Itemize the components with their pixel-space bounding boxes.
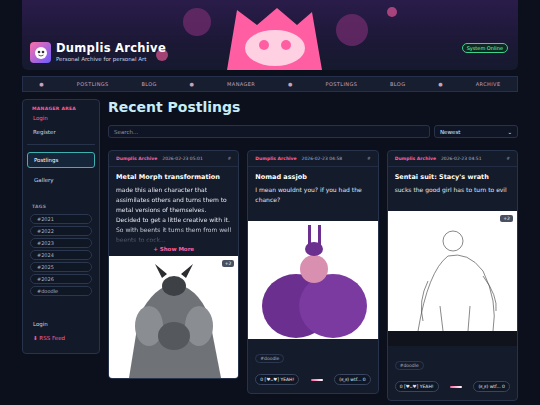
post-tag[interactable]: #doodle [255,354,284,363]
nav-link[interactable]: ARCHIVE [476,81,501,87]
post-date: 2026-02-23 04:51 [441,156,501,161]
post-paragraph: I mean wouldnt you? if you had the chanc… [255,185,370,205]
nav-link[interactable]: MANAGER [227,81,255,87]
content-row: MANAGER AREALoginRegisterPostlingsGaller… [22,99,518,401]
image-count-badge: +2 [222,260,235,267]
site-title[interactable]: Dumplis Archive [56,42,166,55]
reactions: 0 [♥ᴗ♥] YEAH! (ಠ_ಠ) wtf... 0 [255,374,370,385]
sort-select[interactable]: Newest ⌄ [434,125,518,138]
sidebar-link[interactable]: Register [27,125,95,139]
post-text: I mean wouldnt you? if you had the chanc… [255,185,370,205]
post-date: 2026-02-23 04:58 [302,156,362,161]
sidebar-item[interactable]: Gallery [27,172,95,188]
site-subtitle: Personal Archive for personal Art [56,55,166,63]
sidebar-divider [27,144,95,145]
post-paragraph: Decided to get a little creative with it… [116,215,231,245]
post-title[interactable]: Sentai suit: Stacy's wrath [395,173,510,182]
post-image[interactable]: +2 [109,256,238,378]
tag-pill[interactable]: #2025 [30,262,92,272]
reaction-button[interactable]: 0 [♥ᴗ♥] YEAH! [395,381,439,392]
post-header: Dumplis Archive 2026-02-23 04:51 # [388,151,517,167]
post-author[interactable]: Dumplis Archive [116,156,157,161]
reaction-meter [311,379,323,381]
reaction-button[interactable]: (ಠ_ಠ) wtf... 0 [334,374,370,385]
status-badge: System Online [462,43,508,53]
post-footer: #doodle 0 [♥ᴗ♥] YEAH! (ಠ_ಠ) wtf... 0 [248,339,377,393]
post-body: Metal Morph transformation made this alie… [109,167,238,256]
post-body: Nomad assjob I mean wouldnt you? if you h… [248,167,377,221]
post-image[interactable]: +2 [388,211,517,346]
artwork-image [388,211,518,346]
permalink[interactable]: # [367,156,371,161]
tags-heading: TAGS [27,204,95,209]
reaction-meter [450,386,462,388]
nav-link[interactable]: POSTLINGS [77,81,109,87]
nav-separator: ● [39,81,44,87]
post-card[interactable]: Dumplis Archive 2026-02-23 04:51 # Sentai s… [387,150,518,401]
nav-link[interactable]: BLOG [141,81,156,87]
site-header: Dumplis ArchivePersonal Archive for pers… [22,0,518,70]
tag-pill[interactable]: #2023 [30,238,92,248]
image-count-badge: +2 [500,215,513,222]
reaction-button[interactable]: 0 [♥ᴗ♥] YEAH! [255,374,299,385]
post-text: sucks the good girl has to turn to evil [395,185,510,195]
reaction-button[interactable]: (ಠ_ಠ) wtf... 0 [473,381,509,392]
page-title: Recent Postlings [108,99,518,115]
chevron-icon[interactable]: ⌄ [507,129,512,135]
post-author[interactable]: Dumplis Archive [395,156,436,161]
tag-pill[interactable]: #2021 [30,214,92,224]
brand-text: Dumplis ArchivePersonal Archive for pers… [56,42,166,63]
post-body: Sentai suit: Stacy's wrath sucks the good… [388,167,517,211]
tag-pill[interactable]: #2026 [30,274,92,284]
post-paragraph: sucks the good girl has to turn to evil [395,185,510,195]
post-title[interactable]: Metal Morph transformation [116,173,231,182]
site-brand[interactable]: Dumplis ArchivePersonal Archive for pers… [30,42,166,63]
search-input[interactable] [108,125,430,138]
sidebar-link[interactable]: Login [27,317,95,331]
reactions: 0 [♥ᴗ♥] YEAH! (ಠ_ಠ) wtf... 0 [395,381,510,392]
post-footer: #doodle 0 [♥ᴗ♥] YEAH! (ಠ_ಠ) wtf... 0 [388,346,517,400]
mascot-icon [34,46,48,60]
sidebar: MANAGER AREALoginRegisterPostlingsGaller… [22,99,100,354]
nav-separator: ● [190,81,195,87]
sidebar-item[interactable]: Postlings [27,152,95,168]
sidebar-spacer [27,297,95,317]
artwork-image [109,256,239,378]
logo-icon[interactable] [30,42,51,63]
tag-pill[interactable]: #doodle [30,286,92,296]
post-author[interactable]: Dumplis Archive [255,156,296,161]
post-text: made this alien character that assimilat… [116,185,231,245]
top-nav: ● POSTLINGS BLOG ● MANAGER ● POSTLINGS BLOG ● ARC… [22,76,518,92]
artwork-image [248,221,378,339]
nav-separator: ● [438,81,443,87]
post-card[interactable]: Dumplis Archive 2026-02-23 05:01 # Metal Mo… [108,150,239,379]
permalink[interactable]: # [506,156,510,161]
post-card[interactable]: Dumplis Archive 2026-02-23 04:58 # Nomad as… [247,150,378,394]
post-grid: Dumplis Archive 2026-02-23 05:01 # Metal Mo… [108,150,518,401]
show-more: + Show More [116,246,231,252]
nav-separator: ● [288,81,293,87]
search-bar: Newest ⌄ [108,125,518,138]
sidebar-link[interactable]: Login [27,111,95,125]
post-tag[interactable]: #doodle [395,361,424,370]
show-more-button[interactable]: + Show More [153,246,194,252]
post-image[interactable] [248,221,377,339]
post-title[interactable]: Nomad assjob [255,173,370,182]
post-paragraph: made this alien character that assimilat… [116,185,231,215]
sort-value[interactable]: Newest [440,129,460,135]
sidebar-link[interactable]: ⬇ RSS Feed [27,331,95,345]
nav-link[interactable]: BLOG [390,81,405,87]
sidebar-heading: MANAGER AREA [27,106,95,111]
post-header: Dumplis Archive 2026-02-23 04:58 # [248,151,377,167]
post-header: Dumplis Archive 2026-02-23 05:01 # [109,151,238,167]
post-date: 2026-02-23 05:01 [162,156,222,161]
nav-link[interactable]: POSTLINGS [325,81,357,87]
tag-pill[interactable]: #2024 [30,250,92,260]
main-content: Recent Postlings Newest ⌄ Dumplis Archive 20… [108,99,518,401]
tag-pill[interactable]: #2022 [30,226,92,236]
permalink[interactable]: # [228,156,232,161]
